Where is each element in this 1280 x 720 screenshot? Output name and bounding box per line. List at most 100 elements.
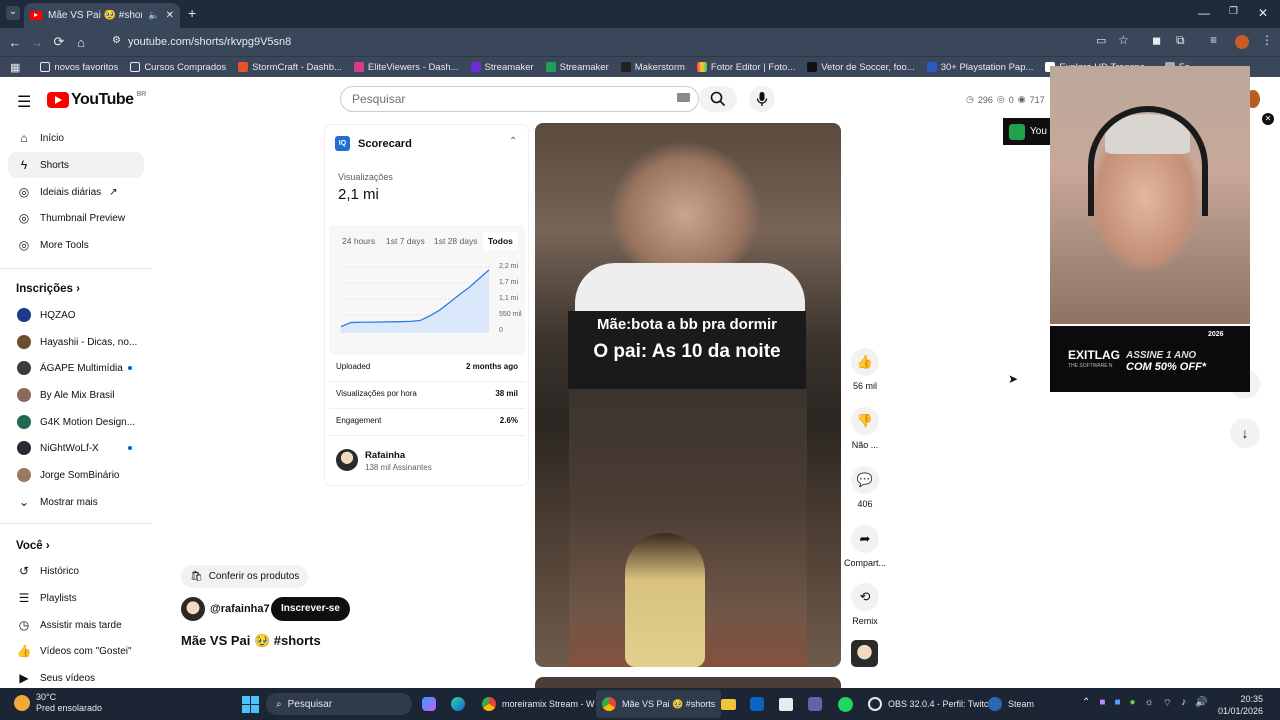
channel-avatar[interactable] [181,597,205,621]
products-button[interactable]: 🛍 Conferir os produtos [181,565,309,588]
comments-button[interactable]: 💬 406 [843,466,887,509]
audio-icon[interactable]: 🔈 [148,10,159,21]
share-button[interactable]: ➦ Compart... [843,525,887,568]
remix-button[interactable]: ⟲ Remix [843,583,887,626]
extension-icon[interactable]: ◼ [1152,34,1161,47]
minimize-icon[interactable]: — [1198,6,1210,20]
subscription-item[interactable]: NiGhtWoLf-X [8,435,144,461]
range-tab[interactable]: 1st 7 days [386,236,425,246]
clock[interactable]: 20:35 01/01/2026 [1218,693,1263,717]
sidebar-item-daily-ideas[interactable]: ◎ Ideiais diárias ↗ [8,179,144,205]
taskbar-app-chrome-active[interactable]: Mãe VS Pai 🥹 #shorts [596,690,722,718]
you-badge[interactable]: You [1003,118,1051,145]
chevron-right-icon: › [45,540,50,552]
bookmark-item[interactable]: 30+ Playstation Pap... [921,62,1040,73]
channel-name[interactable]: Rafainha [365,450,405,461]
taskbar-app-steam[interactable]: Steam [982,690,1040,718]
sidebar-item-shorts[interactable]: ϟ Shorts [8,152,144,178]
sound-avatar[interactable] [851,640,878,667]
bookmark-item[interactable]: EliteViewers - Dash... [348,62,465,73]
subscription-item[interactable]: Hayashii - Dicas, no... [8,329,144,355]
bookmark-item[interactable]: novos favoritos [34,62,124,73]
channel-handle[interactable]: @rafainha7 [210,603,270,615]
taskbar-app-chrome[interactable]: moreiramix Stream - W [476,690,601,718]
sidebar-item-liked-videos[interactable]: 👍 Vídeos com "Gostei" [8,638,144,664]
like-button[interactable]: 👍 56 mil [843,348,887,391]
collapse-icon[interactable]: ⌃ [509,136,517,147]
close-overlay-icon[interactable]: ✕ [1262,113,1274,125]
shorts-video-player[interactable] [535,123,841,667]
channel-avatar[interactable] [336,449,358,471]
taskbar-search[interactable]: ⌕ Pesquisar [266,693,412,715]
bookmark-item[interactable]: Streamaker [540,62,615,73]
outlook-icon[interactable] [746,693,768,715]
bookmark-star-icon[interactable]: ☆ [1118,33,1129,47]
subscription-item[interactable]: HQZAO [8,302,144,328]
sidebar-item-thumbnail-preview[interactable]: ◎ Thumbnail Preview [8,205,144,231]
sidebar-item-watch-later[interactable]: ◷ Assistir mais tarde [8,612,144,638]
dislike-button[interactable]: 👎 Não ... [843,407,887,450]
subscription-item[interactable]: Jorge SomBinário [8,462,144,488]
bookmark-item[interactable]: Cursos Comprados [124,62,232,73]
subscription-item[interactable]: G4K Motion Design... [8,409,144,435]
weather-widget[interactable]: 30°C Pred ensolarado [14,692,102,714]
y-tick: 0 [499,327,503,334]
new-tab-button[interactable]: + [188,5,196,21]
home-icon[interactable]: ⌂ [70,35,92,50]
search-input[interactable]: Pesquisar [340,86,699,112]
remix-icon: ⟲ [851,583,879,611]
bookmark-item[interactable]: Makerstorm [615,62,691,73]
copilot-icon[interactable] [418,693,440,715]
sidebar-item-more-tools[interactable]: ◎ More Tools [8,232,144,258]
subscribe-button[interactable]: Inscrever-se [271,597,350,621]
nav-down-button[interactable]: ↓ [1230,418,1260,448]
sidebar-item-playlists[interactable]: ☰ Playlists [8,585,144,611]
bookmark-item[interactable]: Vetor de Soccer, foo... [801,62,920,73]
sidebar-item-history[interactable]: ↺ Histórico [8,558,144,584]
close-tab-icon[interactable]: ✕ [166,10,174,21]
site-info-icon[interactable]: ⚙ [112,35,121,46]
apps-grid-icon[interactable]: ▦ [10,61,20,74]
forward-icon[interactable]: → [26,35,48,50]
media-control-icon[interactable]: ≡ [1210,33,1217,47]
playstation-icon [926,62,937,72]
sidebar-item-home[interactable]: ⌂ Início [8,125,144,151]
system-tray[interactable]: ⌃ ■ ■ ● ☼ ⌔ ♪ 🔊 [1082,697,1208,710]
spotify-icon[interactable] [834,693,856,715]
keyboard-icon[interactable] [677,93,690,102]
bookmark-item[interactable]: Streamaker [465,62,540,73]
maximize-icon[interactable]: ❐ [1229,6,1238,17]
show-more-button[interactable]: ⌄ Mostrar mais [8,489,144,515]
close-window-icon[interactable]: ✕ [1258,6,1268,20]
bookmark-item[interactable]: Fotor Editor | Foto... [691,62,801,73]
new-content-dot [128,446,132,450]
headphones-icon [1088,106,1208,216]
you-heading[interactable]: Você › [16,540,50,552]
voice-search-button[interactable] [749,86,775,112]
store-icon[interactable] [775,693,797,715]
range-tab[interactable]: 24 hours [342,236,375,246]
edge-icon[interactable] [447,693,469,715]
taskbar-app-obs[interactable]: OBS 32.0.4 - Perfil: Twitc [862,690,994,718]
windows-start-icon[interactable] [239,693,261,715]
reload-icon[interactable]: ⟳ [48,34,70,50]
bookmark-item[interactable]: StormCraft - Dashb... [232,62,348,73]
next-video-preview[interactable] [535,677,841,688]
subscriptions-heading[interactable]: Inscrições › [16,283,80,295]
tab-search-button[interactable]: ⌄ [6,6,20,20]
range-tab[interactable]: 1st 28 days [434,236,477,246]
file-explorer-icon[interactable] [717,693,739,715]
back-icon[interactable]: ← [4,35,26,50]
tab-active[interactable]: Mãe VS Pai 🥹 #shorts - Yo 🔈 ✕ [24,3,180,28]
teams-icon[interactable] [804,693,826,715]
browser-menu-icon[interactable]: ⋮ [1261,33,1273,47]
search-button[interactable] [699,86,737,112]
app-tray-icon: ☼ [1144,697,1154,708]
subscription-item[interactable]: ÁGAPE Multimídia [8,355,144,381]
extensions-puzzle-icon[interactable]: ⧉ [1176,33,1185,48]
subscription-item[interactable]: By Ale Mix Brasil [8,382,144,408]
address-bar[interactable]: ⚙ youtube.com/shorts/rkvpg9V5sn8 [106,32,1086,52]
range-tab-active[interactable]: Todos [483,232,518,250]
cast-icon[interactable]: ▭ [1096,34,1106,47]
profile-avatar[interactable] [1235,35,1249,49]
